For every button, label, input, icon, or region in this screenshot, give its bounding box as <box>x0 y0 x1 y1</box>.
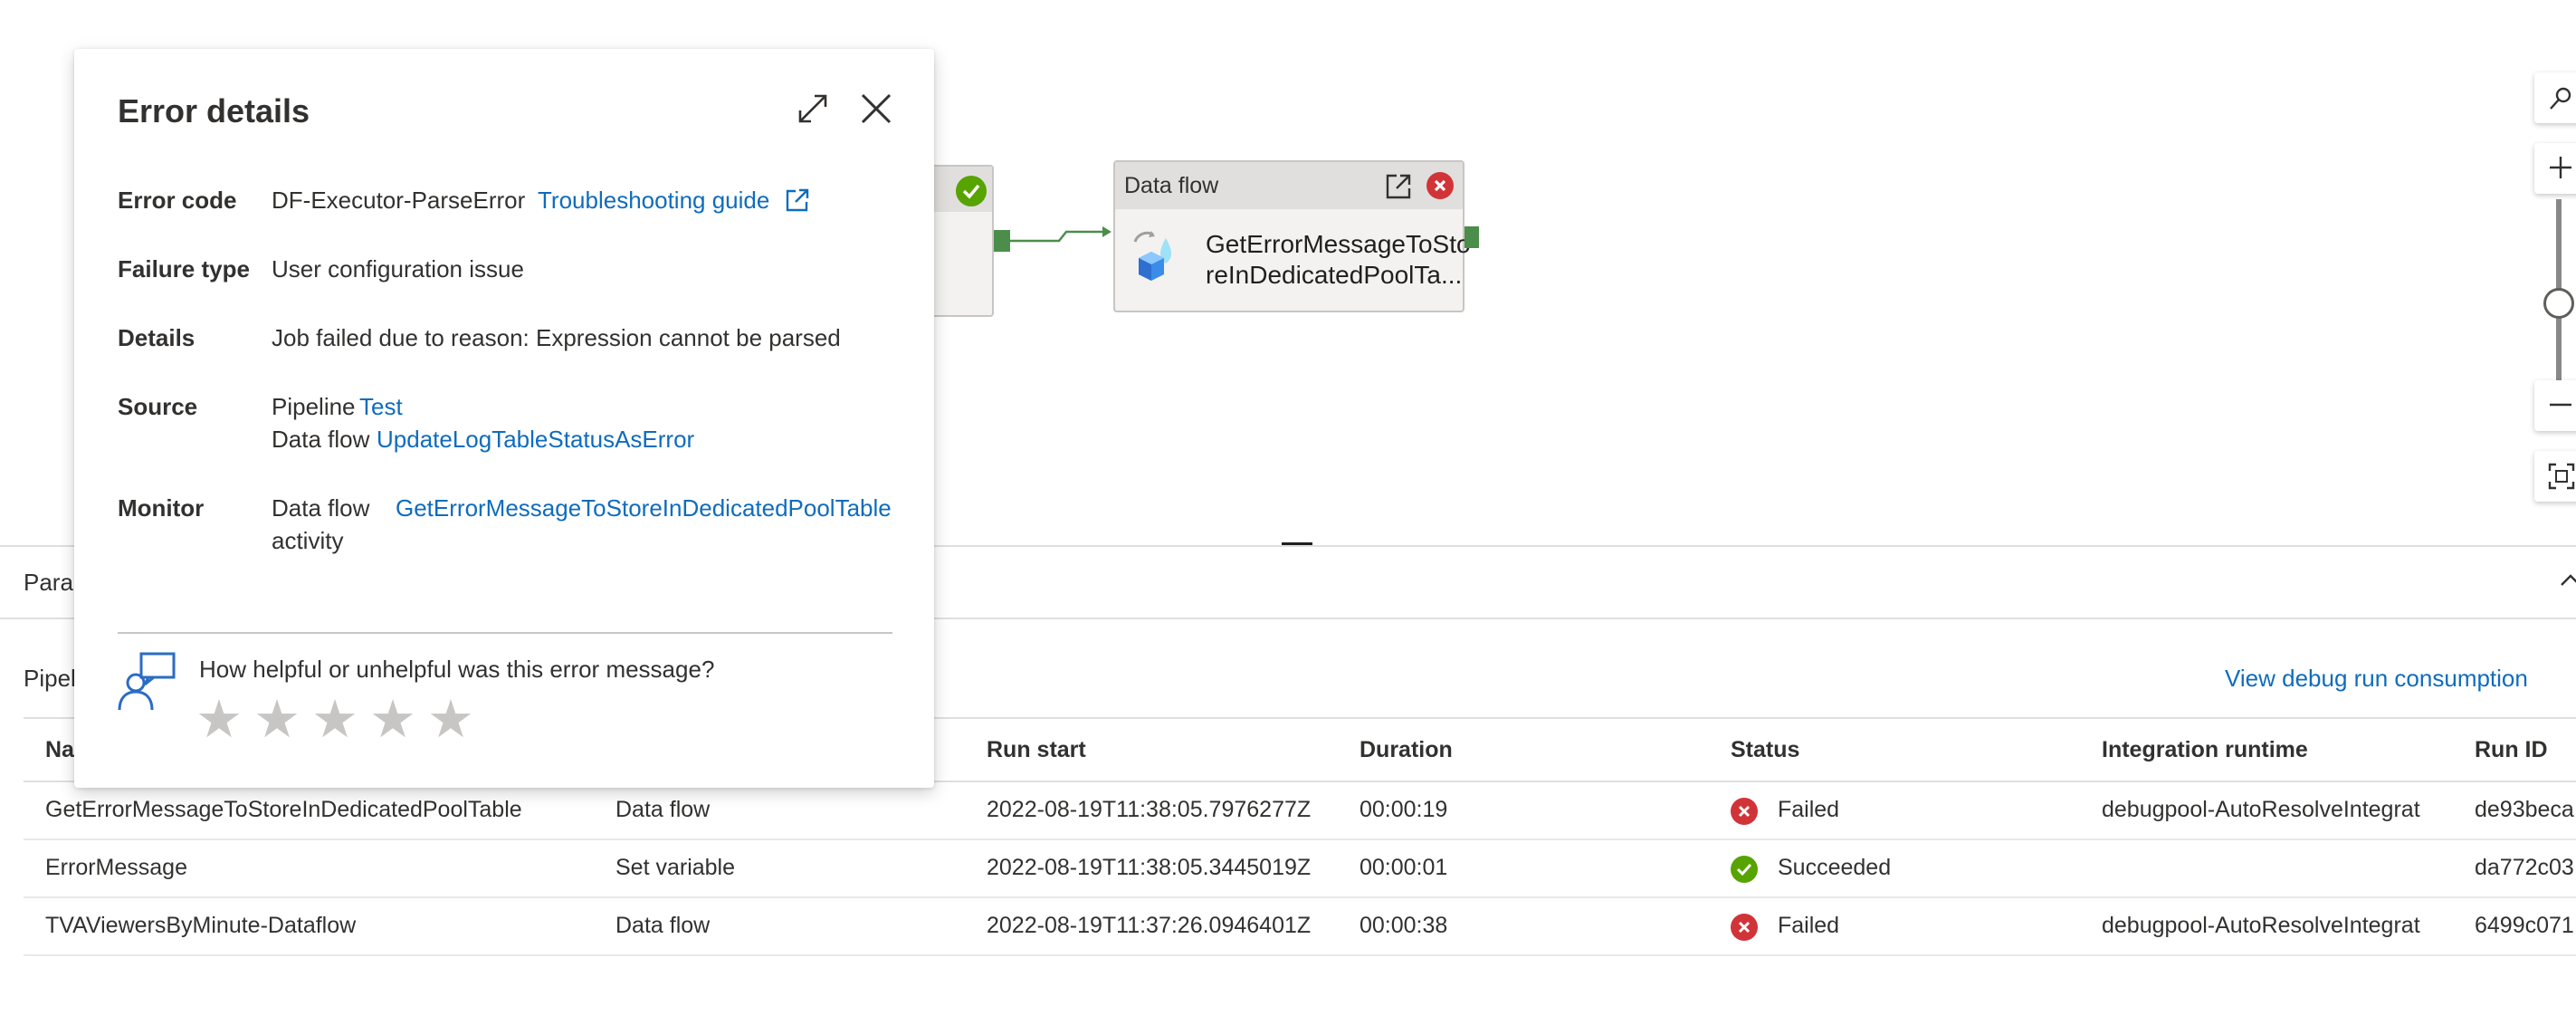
cell-integration-runtime: debugpool-AutoResolveIntegrat <box>2102 913 2420 938</box>
chevron-up-icon[interactable] <box>2560 570 2576 590</box>
cell-type: Data flow <box>615 913 711 938</box>
rating-star-1[interactable]: ★ <box>196 694 243 746</box>
details-value: Job failed due to reason: Expression can… <box>272 324 841 351</box>
rating-star-3[interactable]: ★ <box>311 694 358 746</box>
feedback-question: How helpful or unhelpful was this error … <box>199 656 715 683</box>
feedback-person-icon <box>114 650 177 714</box>
monitor-prefix-line-2: activity <box>272 527 344 554</box>
col-header-integration-runtime[interactable]: Integration runtime <box>2102 737 2308 763</box>
cell-status[interactable]: Succeeded <box>1778 855 1891 881</box>
activity-node-header: Data flow <box>1115 162 1463 209</box>
zoom-slider-thumb[interactable] <box>2543 288 2574 319</box>
source-pipeline-prefix: Pipeline <box>272 393 356 420</box>
rating-star-5[interactable]: ★ <box>427 694 474 746</box>
cell-run-id: de93beca <box>2475 797 2574 822</box>
cell-status[interactable]: Failed <box>1778 797 1839 823</box>
plus-icon <box>2550 157 2571 178</box>
node-name-line-2: reInDedicatedPoolTa... <box>1206 261 1463 289</box>
fit-to-screen-button[interactable] <box>2534 451 2576 502</box>
minus-icon <box>2550 403 2571 407</box>
monitor-label: Monitor <box>118 494 205 522</box>
node-activity-name: GetErrorMessageToSto reInDedicatedPoolTa… <box>1206 229 1471 291</box>
table-row[interactable]: TVAViewersByMinute-Dataflow Data flow 20… <box>24 898 2576 956</box>
failure-type-value: User configuration issue <box>272 255 524 283</box>
success-check-icon <box>956 176 987 206</box>
activity-node-dataflow[interactable]: Data flow GetErrorMessageToSto reInDedic… <box>1113 160 1471 312</box>
cell-type: Set variable <box>615 855 736 880</box>
cell-run-id: da772c03 <box>2475 855 2574 880</box>
cell-run-start: 2022-08-19T11:38:05.7976277Z <box>987 797 1312 822</box>
cell-name[interactable]: ErrorMessage <box>45 855 187 881</box>
zoom-in-button[interactable] <box>2534 143 2576 194</box>
output-port[interactable] <box>1465 226 1479 248</box>
error-details-dialog: Error details Error code DF-Executor-Par… <box>74 49 934 788</box>
close-icon[interactable] <box>858 91 894 127</box>
search-icon <box>2550 87 2571 110</box>
cell-run-start: 2022-08-19T11:38:05.3445019Z <box>987 855 1312 880</box>
cell-run-start: 2022-08-19T11:37:26.0946401Z <box>987 913 1312 938</box>
cell-name[interactable]: TVAViewersByMinute-Dataflow <box>45 913 356 939</box>
source-label: Source <box>118 393 198 420</box>
col-header-run-id[interactable]: Run ID <box>2475 737 2548 763</box>
dataflow-icon <box>1131 229 1188 287</box>
cell-duration: 00:00:01 <box>1360 855 1448 880</box>
col-header-status[interactable]: Status <box>1731 737 1799 763</box>
node-name-line-1: GetErrorMessageToSto <box>1206 230 1471 258</box>
col-header-run-start[interactable]: Run start <box>987 737 1086 763</box>
source-dataflow-link[interactable]: UpdateLogTableStatusAsError <box>377 426 694 454</box>
expand-icon[interactable] <box>795 91 831 127</box>
col-header-name[interactable]: Na <box>45 737 74 763</box>
error-code-label: Error code <box>118 187 237 214</box>
cell-name[interactable]: GetErrorMessageToStoreInDedicatedPoolTab… <box>45 797 522 823</box>
succeeded-status-icon <box>1731 856 1758 883</box>
monitor-prefix-line-1: Data flow <box>272 494 370 522</box>
table-row[interactable]: GetErrorMessageToStoreInDedicatedPoolTab… <box>24 782 2576 840</box>
details-label: Details <box>118 324 196 351</box>
failed-status-icon <box>1731 798 1758 825</box>
canvas-search-button[interactable] <box>2534 72 2576 123</box>
table-row[interactable]: ErrorMessage Set variable 2022-08-19T11:… <box>24 840 2576 898</box>
col-header-duration[interactable]: Duration <box>1360 737 1453 763</box>
error-x-icon[interactable] <box>1426 172 1454 199</box>
cell-duration: 00:00:19 <box>1360 797 1448 822</box>
dialog-title: Error details <box>118 92 310 129</box>
failed-status-icon <box>1731 914 1758 941</box>
fit-to-screen-icon <box>2548 463 2575 490</box>
rating-star-4[interactable]: ★ <box>369 694 416 746</box>
cell-duration: 00:00:38 <box>1360 913 1448 938</box>
troubleshooting-guide-link[interactable]: Troubleshooting guide <box>538 187 769 215</box>
open-external-icon[interactable] <box>1383 171 1414 202</box>
pipeline-run-label: Pipel <box>24 665 76 692</box>
open-in-new-icon[interactable] <box>784 187 811 214</box>
zoom-out-button[interactable] <box>2534 380 2576 431</box>
monitor-activity-link[interactable]: GetErrorMessageToStoreInDedicatedPoolTab… <box>396 494 892 522</box>
source-pipeline-link[interactable]: Test <box>359 393 403 421</box>
rating-star-2[interactable]: ★ <box>253 694 301 746</box>
dialog-divider <box>118 632 892 634</box>
connector-arrow <box>1008 226 1111 243</box>
tab-parameters[interactable]: Para <box>24 569 73 597</box>
error-code-value: DF-Executor-ParseError <box>272 187 526 214</box>
view-debug-run-consumption-link[interactable]: View debug run consumption <box>2225 665 2528 693</box>
node-type-label: Data flow <box>1124 173 1219 198</box>
cell-run-id: 6499c071 <box>2475 913 2574 938</box>
cell-status[interactable]: Failed <box>1778 913 1839 939</box>
source-dataflow-prefix: Data flow <box>272 426 370 453</box>
cell-type: Data flow <box>615 797 711 822</box>
failure-type-label: Failure type <box>118 255 250 283</box>
cell-integration-runtime: debugpool-AutoResolveIntegrat <box>2102 797 2420 822</box>
